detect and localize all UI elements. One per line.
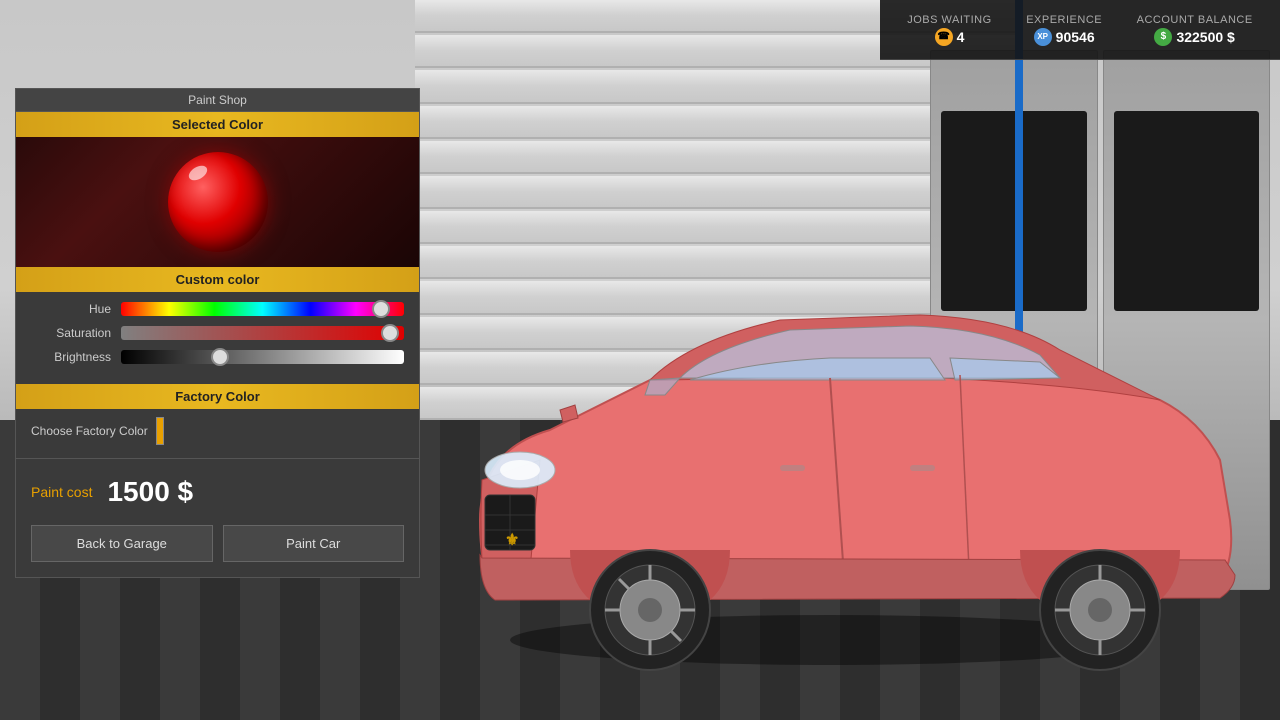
svg-text:⚜: ⚜: [505, 532, 519, 549]
color-sphere: [168, 152, 268, 252]
custom-color-section: Hue Saturation Brightness: [16, 292, 419, 384]
back-to-garage-button[interactable]: Back to Garage: [31, 525, 213, 562]
saturation-label: Saturation: [31, 326, 111, 340]
account-balance-value: 322500 $: [1176, 29, 1234, 45]
money-icon: $: [1154, 28, 1172, 46]
factory-color-section: Choose Factory Color: [16, 409, 419, 453]
experience-label: Experience: [1026, 14, 1102, 26]
hud-jobs-waiting: Jobs waiting ☎ 4: [907, 14, 991, 46]
custom-color-header: Custom color: [16, 267, 419, 292]
car-display: ⚜: [400, 200, 1260, 680]
hud-experience: Experience XP 90546: [1026, 14, 1102, 46]
factory-color-header: Factory Color: [16, 384, 419, 409]
color-preview-area: [16, 137, 419, 267]
hue-thumb[interactable]: [372, 300, 390, 318]
brightness-thumb[interactable]: [211, 348, 229, 366]
phone-icon: ☎: [935, 28, 953, 46]
selected-color-header: Selected Color: [16, 112, 419, 137]
saturation-slider[interactable]: [121, 326, 404, 340]
paint-cost-value: 1500 $: [107, 476, 193, 508]
choose-factory-color-label: Choose Factory Color: [31, 424, 148, 438]
account-balance-label: Account Balance: [1137, 14, 1253, 26]
panel-title: Paint Shop: [16, 89, 419, 112]
hud-account-balance: Account Balance $ 322500 $: [1137, 14, 1253, 46]
saturation-thumb[interactable]: [381, 324, 399, 342]
hue-row: Hue: [31, 302, 404, 316]
brightness-slider[interactable]: [121, 350, 404, 364]
hue-label: Hue: [31, 302, 111, 316]
divider: [16, 458, 419, 459]
paint-car-button[interactable]: Paint Car: [223, 525, 405, 562]
paint-cost-section: Paint cost 1500 $: [16, 464, 419, 520]
paint-shop-panel: Paint Shop Selected Color Custom color H…: [15, 88, 420, 578]
bottom-buttons: Back to Garage Paint Car: [31, 525, 404, 562]
xp-icon: XP: [1034, 28, 1052, 46]
brightness-row: Brightness: [31, 350, 404, 364]
factory-color-swatch: [156, 417, 164, 445]
brightness-label: Brightness: [31, 350, 111, 364]
hue-slider[interactable]: [121, 302, 404, 316]
jobs-waiting-label: Jobs waiting: [907, 14, 991, 26]
top-hud: Jobs waiting ☎ 4 Experience XP 90546 Acc…: [880, 0, 1280, 60]
experience-value: 90546: [1056, 29, 1095, 45]
jobs-waiting-value: 4: [957, 29, 965, 45]
paint-cost-label: Paint cost: [31, 484, 92, 500]
saturation-row: Saturation: [31, 326, 404, 340]
choose-factory-color-row[interactable]: Choose Factory Color: [31, 417, 404, 445]
